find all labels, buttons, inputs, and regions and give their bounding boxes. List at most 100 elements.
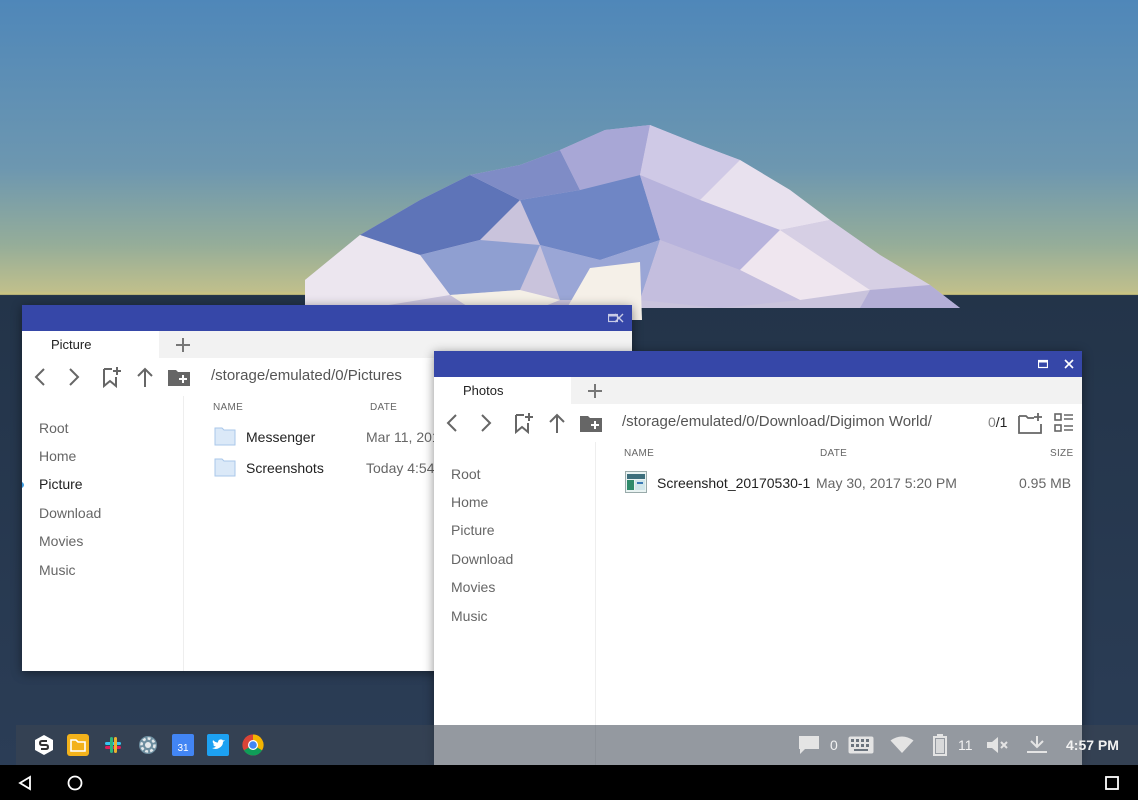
settings-icon[interactable] (137, 734, 159, 756)
file-manager-window-photos[interactable]: Photos /storage/emulated/0/Download/Digi… (434, 351, 1082, 765)
current-path[interactable]: /storage/emulated/0/Download/Digimon Wor… (622, 413, 932, 430)
plus-icon (588, 384, 602, 398)
back-nav-button[interactable] (14, 772, 36, 794)
add-bookmark-button[interactable] (98, 364, 124, 390)
wifi-tray[interactable] (890, 734, 914, 756)
file-size: 0.95 MB (1019, 475, 1072, 491)
file-name: Screenshots (246, 460, 324, 476)
view-mode-button[interactable] (1051, 410, 1077, 436)
new-folder-button[interactable] (578, 410, 604, 436)
slack-icon[interactable] (102, 734, 124, 756)
sidebar-item-root[interactable]: Root (39, 420, 69, 436)
folder-icon (214, 458, 236, 477)
new-tab-button[interactable] (584, 380, 606, 402)
download-icon (1027, 736, 1047, 753)
notifications-tray[interactable]: 0 (798, 734, 838, 756)
file-manager-icon[interactable] (67, 734, 89, 756)
twitter-icon[interactable] (207, 734, 229, 756)
active-indicator (22, 482, 24, 488)
clock[interactable]: 4:57 PM (1066, 734, 1119, 756)
tab-label: Picture (51, 337, 92, 352)
create-folder-button[interactable] (1018, 410, 1044, 436)
file-name: Messenger (246, 429, 316, 445)
sidebar-item-root[interactable]: Root (451, 466, 481, 482)
volume-muted-icon (987, 737, 1008, 753)
selection-count: 0/1 (988, 414, 1007, 430)
sidebar-item-movies[interactable]: Movies (451, 579, 495, 595)
total-count: /1 (995, 414, 1008, 430)
parent-folder-button[interactable] (544, 410, 570, 436)
sidebar-item-movies[interactable]: Movies (39, 533, 83, 549)
arrow-up-icon (137, 367, 153, 387)
forward-button[interactable] (61, 364, 87, 390)
arrow-up-icon (549, 413, 565, 433)
chevron-right-icon (481, 414, 492, 432)
plus-icon (176, 338, 190, 352)
maximize-button[interactable] (1030, 351, 1056, 377)
tab-photos[interactable]: Photos (434, 377, 571, 404)
window-titlebar[interactable] (22, 305, 632, 331)
close-window-button[interactable] (1056, 351, 1082, 377)
recents-nav-button[interactable] (1101, 772, 1123, 794)
taskbar: 31 0 11 4:57 PM (16, 725, 1138, 765)
sidebar-item-download[interactable]: Download (39, 505, 101, 521)
home-nav-button[interactable] (64, 772, 86, 794)
battery-level: 11 (958, 737, 973, 753)
chrome-icon[interactable] (242, 734, 264, 756)
sidebar-item-home[interactable]: Home (39, 448, 76, 464)
sidebar: Root Home Picture Download Movies Music (434, 442, 596, 765)
tab-picture[interactable]: Picture (22, 331, 159, 358)
recents-square-icon (1105, 776, 1119, 790)
sidebar-item-picture[interactable]: Picture (451, 522, 495, 538)
tab-bar: Photos (434, 377, 1082, 404)
chevron-right-icon (69, 368, 80, 386)
battery-tray[interactable]: 11 (933, 734, 973, 756)
sidebar-item-download[interactable]: Download (451, 551, 513, 567)
column-header-date[interactable]: DATE (820, 448, 847, 459)
selected-count: 0 (988, 414, 996, 430)
new-folder-button[interactable] (166, 364, 192, 390)
chat-bubble-icon (799, 736, 819, 754)
start-menu-icon[interactable] (33, 734, 55, 756)
notifications-count: 0 (830, 737, 838, 753)
back-button[interactable] (439, 410, 465, 436)
sidebar-item-music[interactable]: Music (451, 608, 488, 624)
close-window-button[interactable] (606, 305, 632, 331)
keyboard-tray[interactable] (848, 734, 874, 756)
sidebar-item-music[interactable]: Music (39, 562, 76, 578)
forward-button[interactable] (473, 410, 499, 436)
folder-add-icon (580, 416, 602, 432)
folder-plus-outline-icon (1018, 413, 1042, 434)
current-path[interactable]: /storage/emulated/0/Pictures (211, 367, 402, 384)
clock-time: 4:57 PM (1066, 737, 1119, 753)
column-header-name[interactable]: NAME (213, 402, 243, 413)
bookmark-add-icon (515, 413, 533, 434)
file-date: May 30, 2017 5:20 PM (816, 475, 957, 491)
toolbar: /storage/emulated/0/Download/Digimon Wor… (434, 404, 1082, 442)
sidebar-item-picture[interactable]: Picture (39, 476, 83, 492)
close-icon (1064, 359, 1074, 369)
home-circle-icon (67, 775, 83, 791)
chevron-left-icon (34, 368, 45, 386)
new-tab-button[interactable] (172, 334, 194, 356)
back-button[interactable] (27, 364, 53, 390)
column-header-size[interactable]: SIZE (1050, 448, 1073, 459)
list-view-icon (1054, 413, 1073, 432)
column-header-date[interactable]: DATE (370, 402, 397, 413)
chevron-left-icon (446, 414, 457, 432)
folder-add-icon (168, 370, 190, 386)
maximize-icon (1038, 359, 1048, 369)
sidebar-item-home[interactable]: Home (451, 494, 488, 510)
add-bookmark-button[interactable] (510, 410, 536, 436)
keyboard-icon (848, 736, 874, 754)
download-tray[interactable] (1026, 734, 1048, 756)
tab-label: Photos (463, 383, 504, 398)
parent-folder-button[interactable] (132, 364, 158, 390)
volume-tray[interactable] (986, 734, 1010, 756)
file-name: Screenshot_20170530-1 (657, 475, 811, 491)
close-icon (614, 313, 624, 323)
calendar-icon[interactable]: 31 (172, 734, 194, 756)
calendar-day: 31 (177, 743, 189, 754)
column-header-name[interactable]: NAME (624, 448, 654, 459)
window-titlebar[interactable] (434, 351, 1082, 377)
